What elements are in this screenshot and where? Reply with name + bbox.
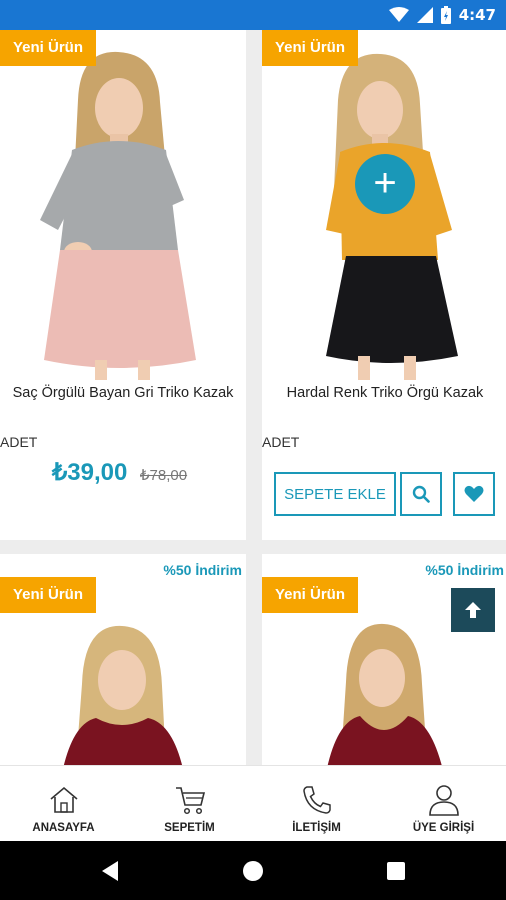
product-price: ₺39,00 (52, 459, 128, 486)
new-product-badge: Yeni Ürün (262, 577, 359, 613)
home-icon (49, 786, 78, 813)
user-icon (428, 785, 459, 816)
nav-login[interactable]: ÜYE GİRİŞİ (390, 766, 497, 842)
product-image[interactable] (0, 30, 246, 380)
nav-home-label: ANASAYFA (32, 822, 95, 834)
add-to-cart-label: SEPETE EKLE (284, 485, 386, 503)
old-price: ₺78,00 (140, 467, 188, 484)
wifi-icon (388, 7, 409, 22)
product-image[interactable] (0, 594, 246, 765)
heart-icon (464, 485, 484, 502)
phone-icon (302, 786, 331, 814)
recents-icon (387, 861, 405, 880)
discount-label: %50 İndirim (163, 562, 242, 578)
product-grid: Yeni Ürün Saç Örgülü Bayan Gri Triko Kaz… (0, 30, 506, 765)
cart-icon (175, 787, 205, 815)
arrow-up-icon (465, 602, 481, 618)
product-card[interactable]: %50 İndirim Yeni Ürün (262, 554, 506, 765)
battery-icon (440, 6, 451, 24)
product-name[interactable]: Hardal Renk Triko Örgü Kazak (262, 385, 506, 401)
product-card[interactable]: %50 İndirim Yeni Ürün (0, 554, 246, 765)
recents-button[interactable] (366, 841, 426, 900)
add-plus-button[interactable]: + (355, 154, 415, 214)
new-product-badge: Yeni Ürün (0, 577, 97, 613)
status-bar: 4:47 (0, 0, 506, 30)
home-circle-icon (243, 860, 263, 881)
nav-contact[interactable]: İLETİŞİM (263, 766, 370, 842)
scroll-to-top-button[interactable] (451, 588, 495, 632)
product-card[interactable]: Yeni Ürün Saç Örgülü Bayan Gri Triko Kaz… (0, 30, 246, 540)
new-product-badge: Yeni Ürün (0, 30, 97, 66)
clock: 4:47 (458, 6, 496, 24)
back-button[interactable] (80, 841, 140, 900)
signal-icon (416, 7, 433, 23)
search-icon (412, 485, 430, 503)
nav-home[interactable]: ANASAYFA (10, 766, 117, 842)
back-icon (102, 860, 118, 881)
home-button[interactable] (223, 841, 283, 900)
nav-cart[interactable]: SEPETİM (136, 766, 243, 842)
new-product-badge: Yeni Ürün (262, 30, 359, 66)
quick-view-button[interactable] (400, 472, 442, 516)
product-name[interactable]: Saç Örgülü Bayan Gri Triko Kazak (0, 385, 246, 401)
add-to-cart-button[interactable]: SEPETE EKLE (274, 472, 396, 516)
unit-label: ADET (0, 434, 38, 450)
product-card[interactable]: Yeni Ürün + Hardal Renk Triko Örgü Kazak… (262, 30, 506, 540)
discount-label: %50 İndirim (425, 562, 504, 578)
system-navigation-bar (0, 841, 506, 900)
favorite-button[interactable] (453, 472, 495, 516)
nav-cart-label: SEPETİM (164, 822, 215, 834)
status-icons: 4:47 (388, 5, 496, 25)
bottom-navigation: ANASAYFA SEPETİM İLETİŞİM ÜYE GİRİŞİ (0, 765, 506, 841)
unit-label: ADET (262, 434, 300, 450)
nav-contact-label: İLETİŞİM (292, 822, 341, 834)
nav-login-label: ÜYE GİRİŞİ (412, 822, 475, 834)
